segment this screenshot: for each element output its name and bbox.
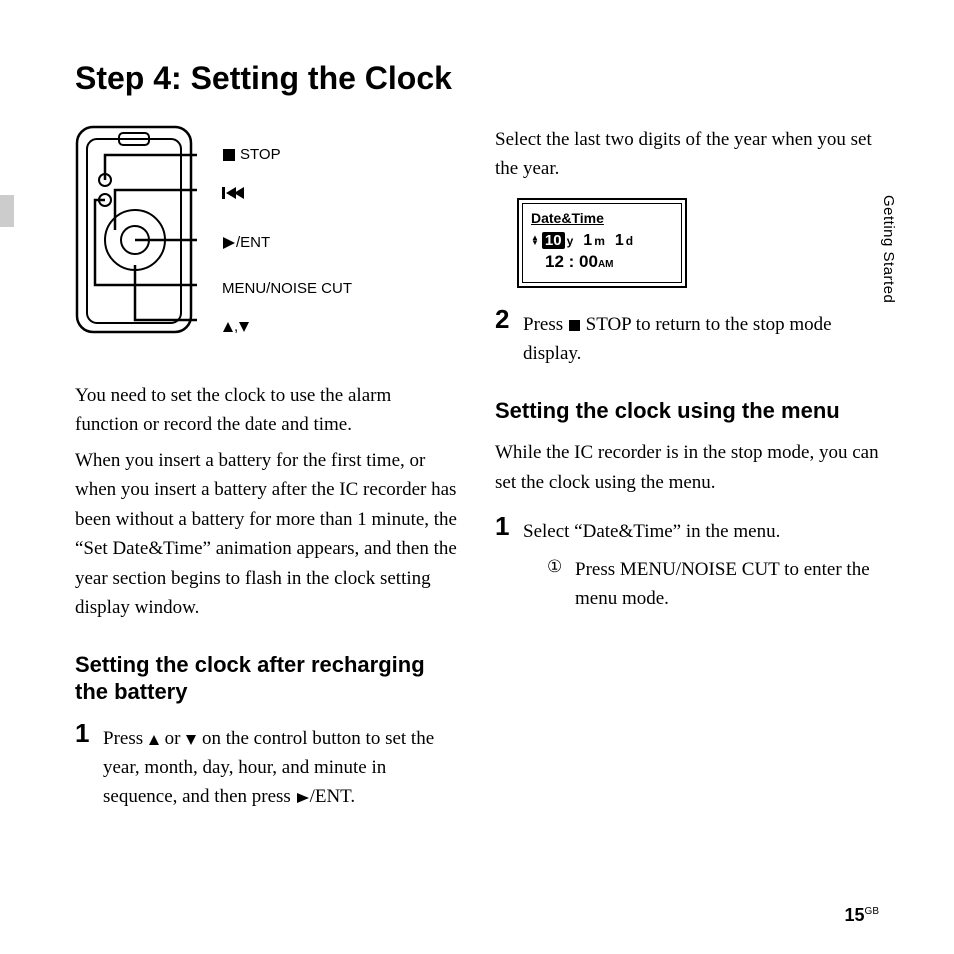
year-updown-icon: ▲▼ — [531, 236, 539, 246]
step-number: 2 — [495, 306, 517, 332]
lcd-display: Date&Time ▲▼ 10 y 1 m 1 d 12 : 00AM — [517, 198, 879, 288]
intro-p2: When you insert a battery for the first … — [75, 446, 459, 623]
down-triangle-icon — [238, 321, 250, 333]
subheading-recharge: Setting the clock after recharging the b… — [75, 651, 459, 706]
sub-step-body: Press MENU/NOISE CUT to enter the menu m… — [575, 555, 879, 614]
step-body: Select “Date&Time” in the menu. ① Press … — [523, 513, 879, 613]
content-columns: STOP /ENT MENU/NOISE CUT — [75, 125, 879, 822]
lcd-month: 1 — [583, 232, 592, 250]
recorder-outline-icon — [75, 125, 200, 335]
page-number-value: 15 — [845, 905, 865, 925]
lcd-ampm: AM — [598, 259, 614, 270]
lcd-d: d — [626, 234, 633, 248]
section-tab: Getting Started — [880, 195, 897, 303]
lcd-y: y — [567, 234, 574, 248]
play-icon — [222, 236, 236, 250]
page-title: Step 4: Setting the Clock — [75, 60, 879, 97]
step-number: 1 — [75, 720, 97, 746]
subheading-menu: Setting the clock using the menu — [495, 397, 879, 425]
label-stop: STOP — [240, 147, 281, 164]
page-number: 15GB — [845, 905, 879, 926]
up-triangle-icon — [148, 734, 160, 746]
sub-step-1: ① Press MENU/NOISE CUT to enter the menu… — [523, 555, 879, 614]
text: Select “Date&Time” in the menu. — [523, 521, 780, 542]
text: /ENT. — [310, 786, 356, 807]
intro-p1: You need to set the clock to use the ala… — [75, 381, 459, 440]
right-p2: While the IC recorder is in the stop mod… — [495, 438, 879, 497]
step-number: 1 — [495, 513, 517, 539]
text: or — [165, 728, 186, 749]
lcd-time: 12 : 00 — [545, 252, 598, 271]
right-step-1: 1 Select “Date&Time” in the menu. ① Pres… — [495, 513, 879, 613]
stop-icon — [568, 319, 581, 332]
device-diagram: STOP /ENT MENU/NOISE CUT — [75, 125, 459, 343]
page-number-sup: GB — [865, 906, 879, 917]
lcd-m: m — [594, 234, 605, 248]
step-body: Press STOP to return to the stop mode di… — [523, 306, 879, 369]
lcd-day: 1 — [615, 232, 624, 250]
prev-track-icon — [222, 186, 244, 200]
left-column: STOP /ENT MENU/NOISE CUT — [75, 125, 459, 822]
label-menu: MENU/NOISE CUT — [222, 281, 352, 298]
up-triangle-icon — [222, 321, 234, 333]
diagram-labels: STOP /ENT MENU/NOISE CUT — [222, 125, 352, 343]
text: Press — [523, 314, 568, 335]
right-column: Select the last two digits of the year w… — [495, 125, 879, 822]
side-tab-marker — [0, 195, 14, 227]
down-triangle-icon — [185, 734, 197, 746]
right-step-2: 2 Press STOP to return to the stop mode … — [495, 306, 879, 369]
text: Press — [103, 728, 148, 749]
lcd-year: 10 — [542, 232, 565, 249]
left-step-1: 1 Press or on the control button to set … — [75, 720, 459, 812]
lcd-title: Date&Time — [531, 210, 673, 226]
play-icon — [296, 792, 310, 804]
right-p1: Select the last two digits of the year w… — [495, 125, 879, 184]
step-body: Press or on the control button to set th… — [103, 720, 459, 812]
stop-icon — [222, 148, 236, 162]
circled-one-icon: ① — [547, 558, 567, 575]
label-ent: /ENT — [236, 235, 270, 252]
